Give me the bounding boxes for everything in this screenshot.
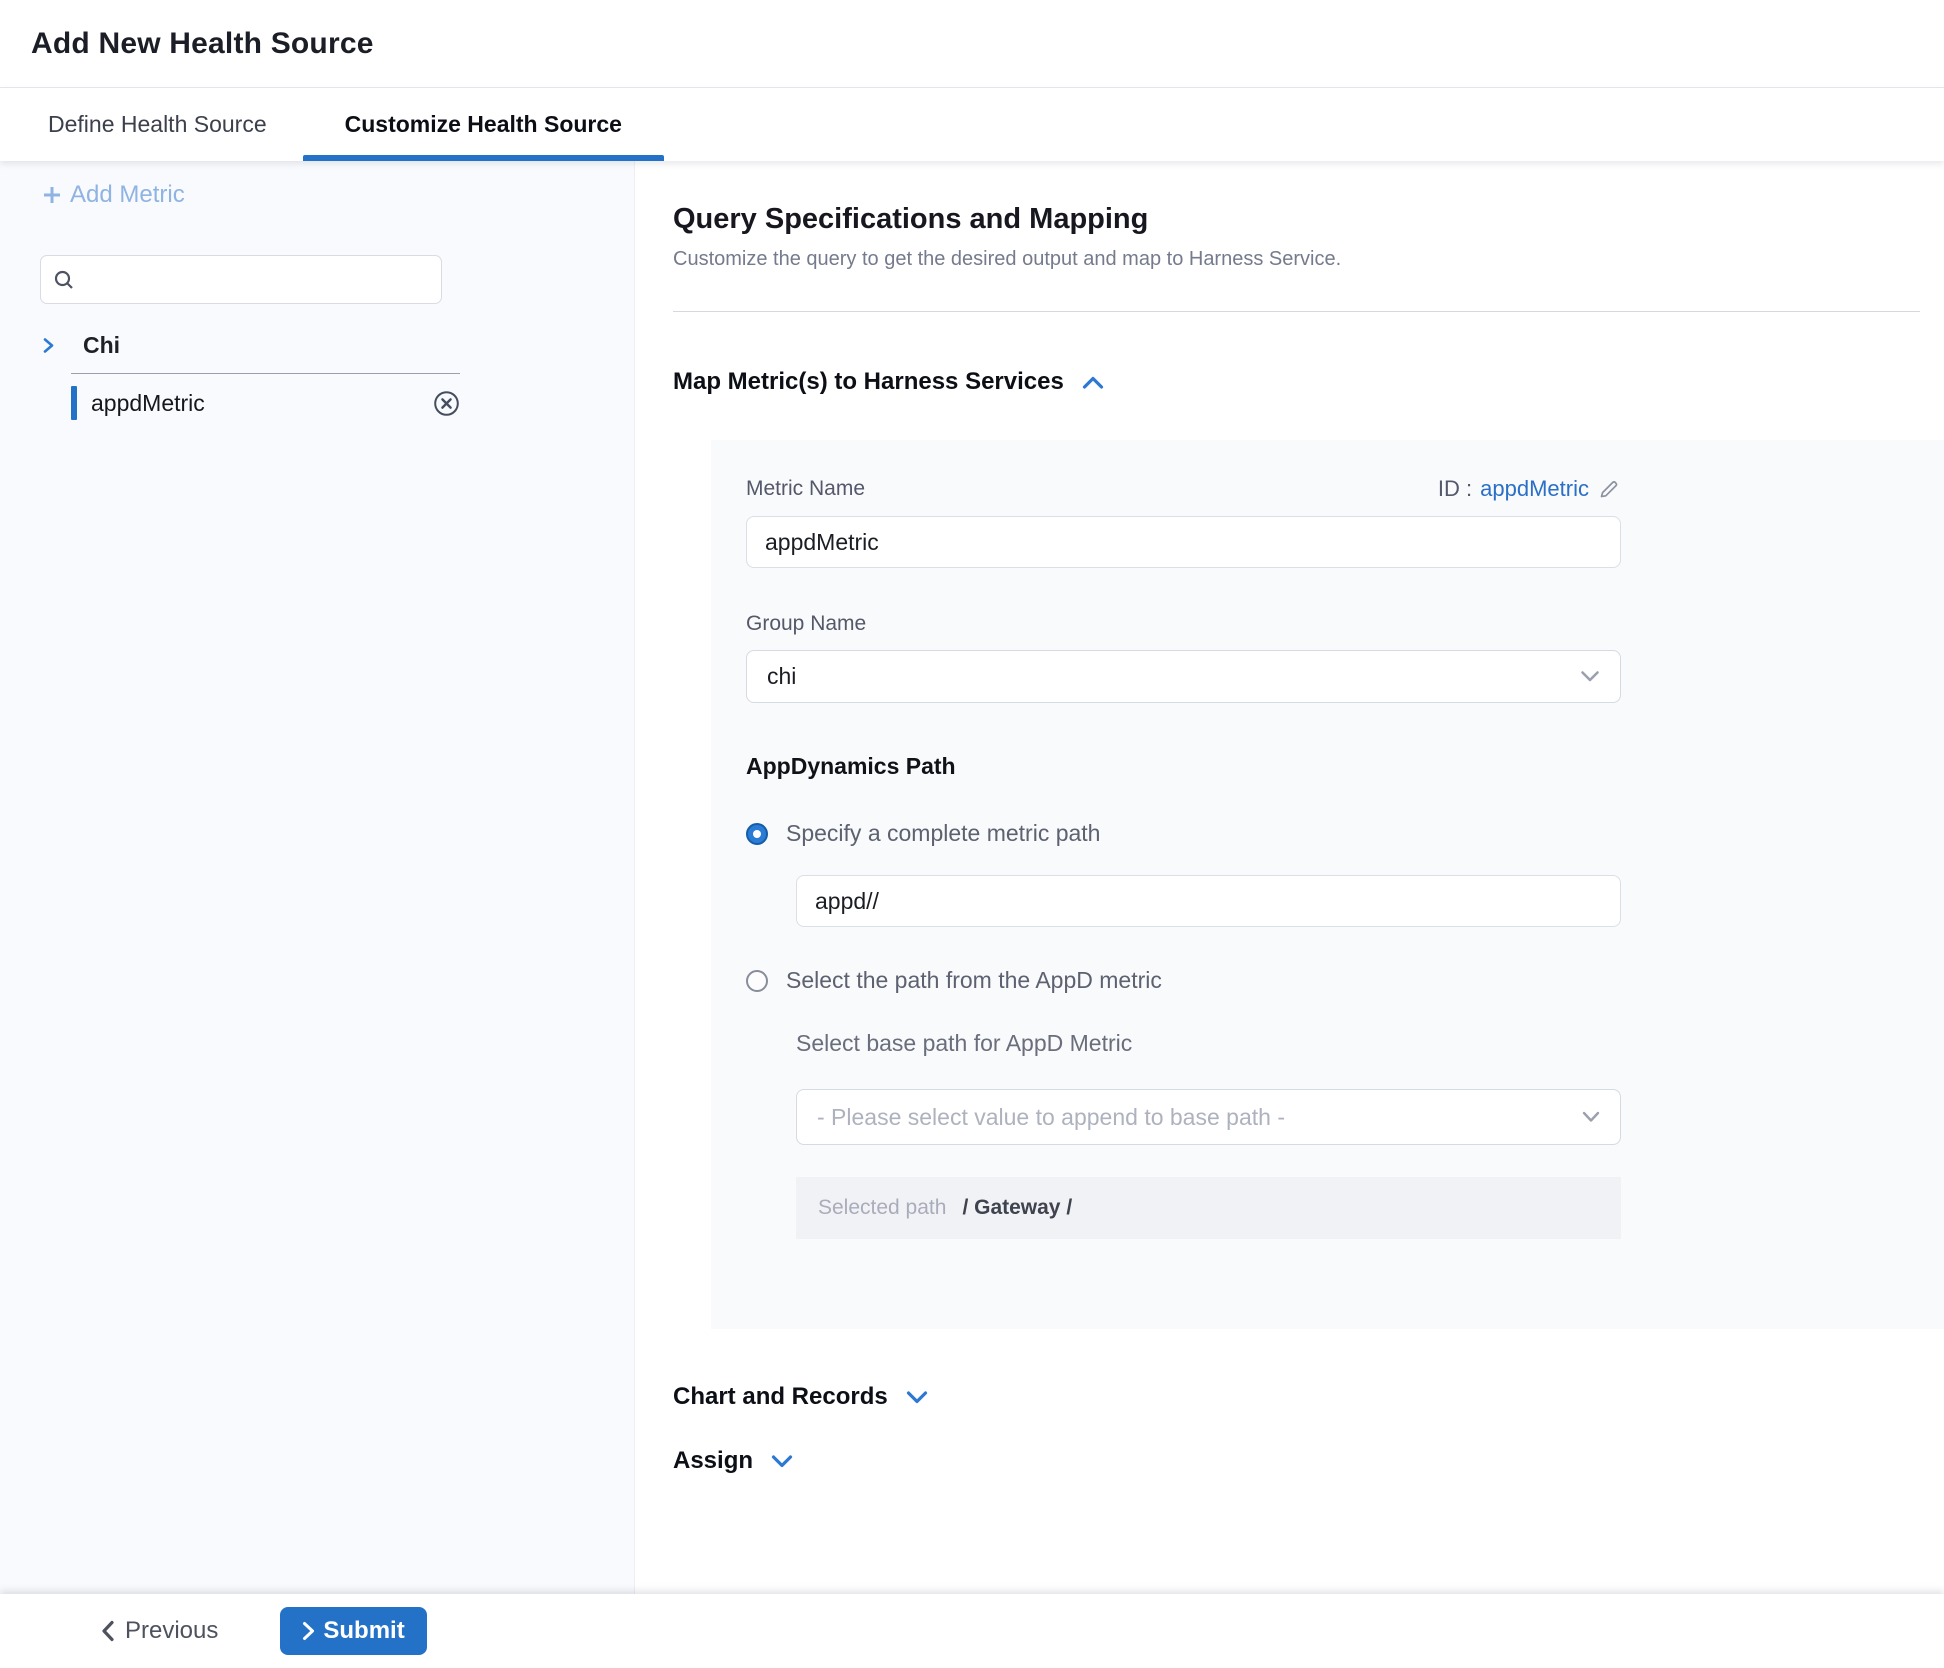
selected-metric-marker xyxy=(71,386,77,420)
metric-id-label: ID : xyxy=(1438,476,1472,502)
metrics-sidebar: Add Metric Chi appdMetric xyxy=(0,161,635,1594)
appdynamics-path-label: AppDynamics Path xyxy=(746,753,1621,780)
section-subtitle: Customize the query to get the desired o… xyxy=(673,248,1944,271)
section-divider xyxy=(673,311,1920,312)
base-path-label: Select base path for AppD Metric xyxy=(796,1030,1621,1057)
previous-button[interactable]: Previous xyxy=(100,1617,218,1645)
radio-unselected-icon[interactable] xyxy=(746,970,768,992)
chevron-right-icon[interactable] xyxy=(40,337,57,354)
assign-section-title: Assign xyxy=(673,1447,753,1475)
chart-records-section-header[interactable]: Chart and Records xyxy=(673,1383,928,1411)
dialog-footer: Previous Submit xyxy=(0,1594,1944,1668)
chevron-right-icon xyxy=(302,1621,315,1641)
plus-icon xyxy=(40,183,64,207)
dialog-header: Add New Health Source xyxy=(0,0,1944,88)
chevron-down-icon xyxy=(1580,670,1600,683)
group-name-value: chi xyxy=(767,663,796,690)
metric-id-value[interactable]: appdMetric xyxy=(1480,476,1589,502)
radio-complete-metric-path-label: Specify a complete metric path xyxy=(786,820,1100,847)
metric-name-input[interactable] xyxy=(746,516,1621,568)
selected-path-value: / Gateway / xyxy=(962,1196,1072,1220)
chevron-down-icon[interactable] xyxy=(906,1390,928,1405)
submit-button[interactable]: Submit xyxy=(280,1607,426,1655)
map-metrics-panel: Metric Name ID : appdMetric Group Name c… xyxy=(711,440,1944,1329)
section-title: Query Specifications and Mapping xyxy=(673,203,1944,236)
edit-id-pencil-icon[interactable] xyxy=(1597,477,1621,501)
page-title: Add New Health Source xyxy=(31,27,374,61)
radio-select-appd-path-label: Select the path from the AppD metric xyxy=(786,967,1162,994)
tab-bar: Define Health Source Customize Health So… xyxy=(0,88,1944,161)
add-metric-label: Add Metric xyxy=(70,181,185,209)
chevron-down-icon[interactable] xyxy=(771,1454,793,1469)
group-name-select[interactable]: chi xyxy=(746,650,1621,703)
radio-select-appd-path[interactable]: Select the path from the AppD metric xyxy=(746,967,1162,994)
metric-item-appdmetric[interactable]: appdMetric xyxy=(40,374,460,432)
selected-path-bar: Selected path / Gateway / xyxy=(796,1177,1621,1239)
group-name-label: Group Name xyxy=(746,612,1621,636)
search-icon xyxy=(53,269,75,291)
tab-customize-health-source[interactable]: Customize Health Source xyxy=(345,88,622,161)
metric-group-label: Chi xyxy=(83,332,120,359)
base-path-placeholder: - Please select value to append to base … xyxy=(817,1104,1285,1131)
metric-group-row[interactable]: Chi xyxy=(40,332,594,359)
complete-metric-path-input[interactable] xyxy=(796,875,1621,927)
query-spec-panel: Query Specifications and Mapping Customi… xyxy=(635,161,1944,1594)
base-path-select[interactable]: - Please select value to append to base … xyxy=(796,1089,1621,1145)
add-health-source-dialog: Add New Health Source Define Health Sour… xyxy=(0,0,1944,1668)
metric-name-label: Metric Name xyxy=(746,477,865,501)
radio-selected-icon[interactable] xyxy=(746,823,768,845)
search-input[interactable] xyxy=(85,268,429,292)
chart-records-section-title: Chart and Records xyxy=(673,1383,888,1411)
map-metrics-section-header[interactable]: Map Metric(s) to Harness Services xyxy=(673,368,1104,396)
assign-section-header[interactable]: Assign xyxy=(673,1447,793,1475)
chevron-up-icon[interactable] xyxy=(1082,375,1104,390)
metric-search-box xyxy=(40,255,442,304)
submit-label: Submit xyxy=(323,1617,404,1645)
radio-complete-metric-path[interactable]: Specify a complete metric path xyxy=(746,820,1100,847)
selected-path-label: Selected path xyxy=(818,1196,946,1220)
chevron-down-icon xyxy=(1582,1111,1600,1123)
tab-define-health-source[interactable]: Define Health Source xyxy=(48,88,267,161)
delete-metric-icon[interactable] xyxy=(433,390,460,417)
previous-label: Previous xyxy=(125,1617,218,1645)
map-metrics-section-title: Map Metric(s) to Harness Services xyxy=(673,368,1064,396)
metric-item-label: appdMetric xyxy=(91,390,205,417)
add-metric-button[interactable]: Add Metric xyxy=(40,181,185,209)
chevron-left-icon xyxy=(100,1620,115,1642)
